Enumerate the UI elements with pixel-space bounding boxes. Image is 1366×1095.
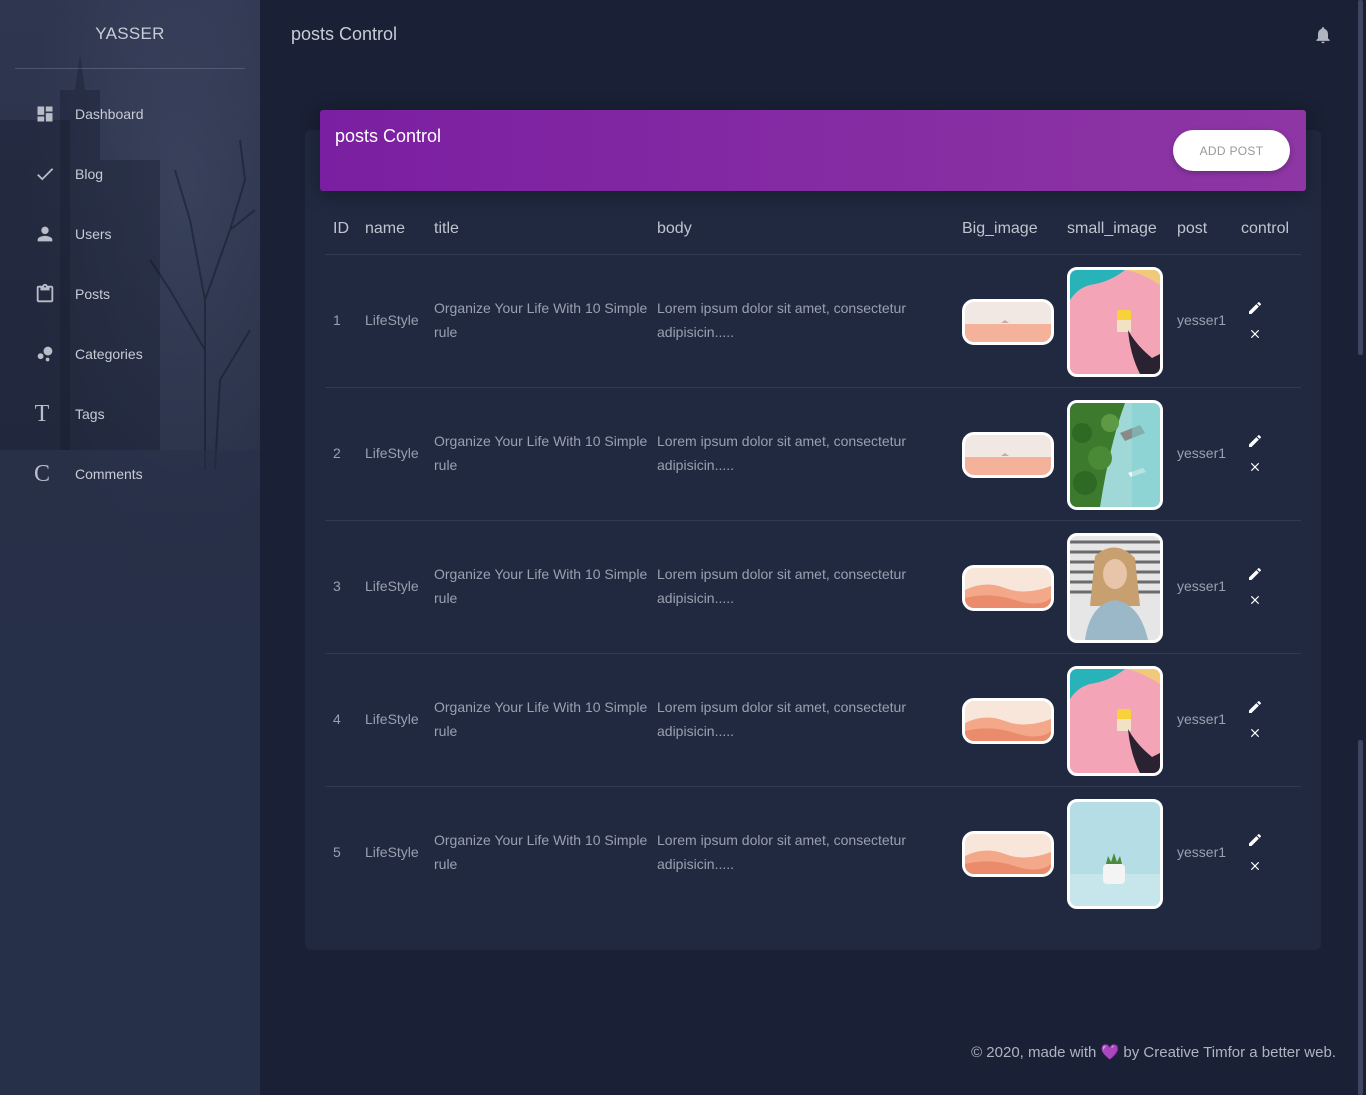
edit-icon[interactable]: [1247, 832, 1263, 848]
small-image-pink-wall-cup[interactable]: [1067, 666, 1163, 776]
brand-logo-text[interactable]: YASSER: [0, 0, 260, 68]
cell-post: yesser1: [1177, 312, 1227, 328]
edit-icon[interactable]: [1247, 300, 1263, 316]
cell-title: Organize Your Life With 10 Simple rule: [434, 832, 648, 872]
footer-suffix[interactable]: by Creative Timfor a better web.: [1123, 1044, 1336, 1061]
sidebar: YASSER Dashboard Blog Users Posts Catego…: [0, 0, 260, 1095]
edit-icon[interactable]: [1247, 433, 1263, 449]
sidebar-item-label: Categories: [75, 346, 143, 362]
clipboard-icon: [30, 279, 60, 309]
dashboard-icon: [30, 99, 60, 129]
sidebar-item-dashboard[interactable]: Dashboard: [0, 84, 260, 144]
cell-post: yesser1: [1177, 578, 1227, 594]
check-icon: [30, 159, 60, 189]
cell-name: LifeStyle: [365, 445, 419, 461]
table-row: 5 LifeStyle Organize Your Life With 10 S…: [325, 787, 1301, 920]
cell-body: Lorem ipsum dolor sit amet, consectetur …: [657, 699, 906, 739]
big-image-beach[interactable]: [962, 432, 1054, 478]
cell-name: LifeStyle: [365, 578, 419, 594]
cell-post: yesser1: [1177, 711, 1227, 727]
cell-body: Lorem ipsum dolor sit amet, consectetur …: [657, 832, 906, 872]
sidebar-item-label: Dashboard: [75, 106, 144, 122]
delete-icon[interactable]: [1248, 327, 1262, 341]
sidebar-item-blog[interactable]: Blog: [0, 144, 260, 204]
sidebar-nav: Dashboard Blog Users Posts Categories T …: [0, 84, 260, 504]
cell-id: 2: [333, 445, 341, 461]
sidebar-item-label: Tags: [75, 406, 105, 422]
sidebar-item-comments[interactable]: C Comments: [0, 444, 260, 504]
small-image-woman-portrait[interactable]: [1067, 533, 1163, 643]
cell-id: 5: [333, 844, 341, 860]
brand-divider: [15, 68, 245, 69]
sidebar-item-users[interactable]: Users: [0, 204, 260, 264]
heart-icon: 💜: [1100, 1044, 1120, 1061]
cell-title: Organize Your Life With 10 Simple rule: [434, 566, 648, 606]
small-image-pink-wall-cup[interactable]: [1067, 267, 1163, 377]
delete-icon[interactable]: [1248, 593, 1262, 607]
bubble-chart-icon: [30, 339, 60, 369]
notifications-bell-icon[interactable]: [1313, 25, 1333, 45]
sidebar-item-label: Users: [75, 226, 112, 242]
column-header-id: ID: [333, 220, 349, 237]
table-row: 2 LifeStyle Organize Your Life With 10 S…: [325, 388, 1301, 521]
footer-prefix: © 2020, made with: [971, 1044, 1097, 1061]
column-header-name: name: [365, 220, 406, 237]
scrollbar-thumb-top[interactable]: [1358, 0, 1363, 355]
delete-icon[interactable]: [1248, 859, 1262, 873]
sidebar-item-label: Posts: [75, 286, 111, 302]
cell-body: Lorem ipsum dolor sit amet, consectetur …: [657, 566, 906, 606]
column-header-big-image: Big_image: [962, 220, 1038, 237]
column-header-control: control: [1241, 220, 1290, 237]
sidebar-item-label: Blog: [75, 166, 104, 182]
cell-name: LifeStyle: [365, 312, 419, 328]
cell-title: Organize Your Life With 10 Simple rule: [434, 300, 648, 340]
cell-id: 4: [333, 711, 341, 727]
small-image-tropical-island[interactable]: [1067, 400, 1163, 510]
page-title: posts Control: [291, 24, 398, 44]
small-image-plant-pot[interactable]: [1067, 799, 1163, 909]
card-title: posts Control: [335, 126, 442, 146]
delete-icon[interactable]: [1248, 726, 1262, 740]
cell-name: LifeStyle: [365, 844, 419, 860]
cell-body: Lorem ipsum dolor sit amet, consectetur …: [657, 300, 906, 340]
sidebar-item-categories[interactable]: Categories: [0, 324, 260, 384]
table-row: 3 LifeStyle Organize Your Life With 10 S…: [325, 521, 1301, 654]
cell-post: yesser1: [1177, 445, 1227, 461]
table-row: 1 LifeStyle Organize Your Life With 10 S…: [325, 255, 1301, 388]
add-post-button[interactable]: ADD POST: [1173, 130, 1290, 171]
scrollbar-thumb-bottom[interactable]: [1358, 740, 1363, 1095]
sidebar-item-tags[interactable]: T Tags: [0, 384, 260, 444]
column-header-post: post: [1177, 220, 1208, 237]
cell-name: LifeStyle: [365, 711, 419, 727]
person-icon: [30, 219, 60, 249]
sidebar-item-posts[interactable]: Posts: [0, 264, 260, 324]
delete-icon[interactable]: [1248, 460, 1262, 474]
cell-title: Organize Your Life With 10 Simple rule: [434, 699, 648, 739]
column-header-title: title: [434, 220, 459, 237]
cell-title: Organize Your Life With 10 Simple rule: [434, 433, 648, 473]
big-image-desert[interactable]: [962, 698, 1054, 744]
cell-id: 1: [333, 312, 341, 328]
big-image-desert[interactable]: [962, 565, 1054, 611]
big-image-desert[interactable]: [962, 831, 1054, 877]
column-header-body: body: [657, 220, 692, 237]
edit-icon[interactable]: [1247, 566, 1263, 582]
column-header-small-image: small_image: [1067, 220, 1157, 237]
letter-c-icon: C: [33, 460, 50, 487]
cell-post: yesser1: [1177, 844, 1227, 860]
cell-body: Lorem ipsum dolor sit amet, consectetur …: [657, 433, 906, 473]
letter-t-icon: T: [34, 400, 50, 427]
footer-credits: © 2020, made with 💜 by Creative Timfor a…: [971, 1043, 1336, 1061]
edit-icon[interactable]: [1247, 699, 1263, 715]
sidebar-item-label: Comments: [75, 466, 143, 482]
big-image-beach[interactable]: [962, 299, 1054, 345]
table-row: 4 LifeStyle Organize Your Life With 10 S…: [325, 654, 1301, 787]
card-header: posts Control ADD POST: [320, 110, 1306, 191]
cell-id: 3: [333, 578, 341, 594]
